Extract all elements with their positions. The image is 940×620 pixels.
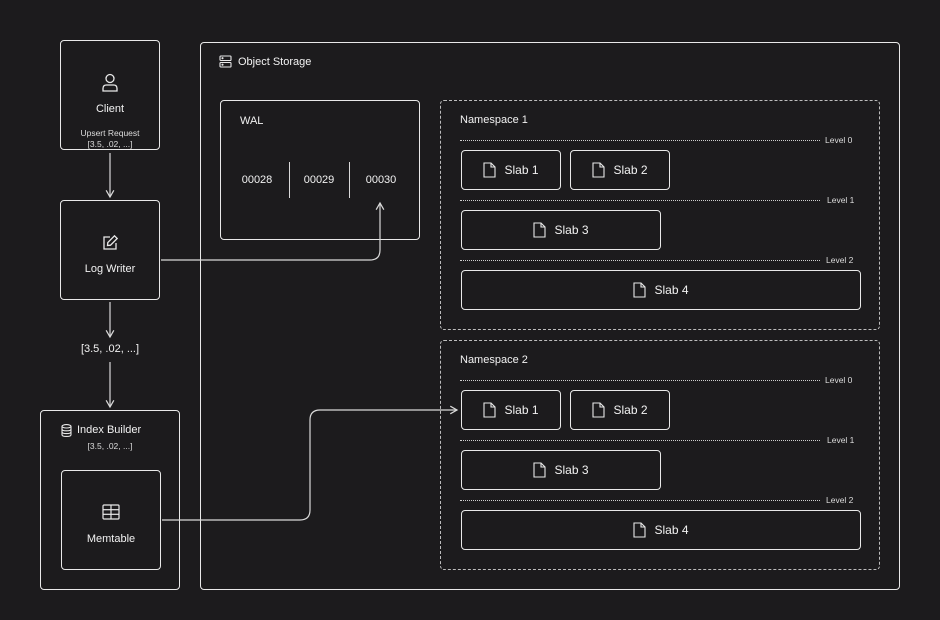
level-1-separator (460, 440, 820, 441)
level-2-separator (460, 260, 820, 261)
database-icon (61, 424, 72, 442)
object-storage-title: Object Storage (238, 56, 312, 68)
slab-1: Slab 1 (461, 390, 561, 430)
memtable-label: Memtable (86, 533, 136, 545)
slab-label: Slab 1 (504, 163, 539, 177)
edit-icon (101, 234, 119, 257)
slab-4: Slab 4 (461, 270, 861, 310)
wal-title: WAL (240, 115, 264, 127)
slab-label: Slab 2 (613, 163, 648, 177)
slab-label: Slab 3 (554, 463, 589, 477)
vector-label: [3.5, .02, ...] (80, 343, 140, 355)
upsert-request-label: Upsert Request (80, 128, 140, 138)
slab-label: Slab 1 (504, 403, 539, 417)
client-label: Client (95, 103, 125, 115)
level-2-separator (460, 500, 820, 501)
file-icon (483, 162, 497, 178)
index-builder-vector: [3.5, .02, ...] (87, 441, 133, 451)
file-icon (592, 402, 606, 418)
level-1-label: Level 1 (827, 435, 855, 445)
level-1-label: Level 1 (827, 195, 855, 205)
wal-divider (349, 162, 350, 198)
slab-label: Slab 2 (613, 403, 648, 417)
table-icon (102, 504, 120, 525)
index-builder-label: Index Builder (77, 424, 142, 436)
server-icon (219, 55, 232, 73)
level-2-label: Level 2 (826, 495, 854, 505)
user-icon (101, 73, 119, 97)
file-icon (633, 282, 647, 298)
level-0-label: Level 0 (825, 375, 853, 385)
wal-segment: 00029 (303, 174, 335, 186)
level-1-separator (460, 200, 820, 201)
level-0-separator (460, 380, 820, 381)
file-icon (533, 222, 547, 238)
slab-2: Slab 2 (570, 390, 670, 430)
namespace-2-title: Namespace 2 (460, 354, 528, 366)
upsert-request-vector: [3.5, .02, ...] (87, 139, 133, 149)
log-writer-label: Log Writer (84, 263, 136, 275)
slab-3: Slab 3 (461, 450, 661, 490)
wal-segment: 00030 (365, 174, 397, 186)
level-2-label: Level 2 (826, 255, 854, 265)
slab-label: Slab 4 (654, 283, 689, 297)
architecture-diagram: Object Storage Client Upsert Request [3.… (0, 0, 940, 620)
file-icon (592, 162, 606, 178)
slab-label: Slab 4 (654, 523, 689, 537)
file-icon (533, 462, 547, 478)
wal-divider (289, 162, 290, 198)
slab-4: Slab 4 (461, 510, 861, 550)
slab-3: Slab 3 (461, 210, 661, 250)
level-0-label: Level 0 (825, 135, 853, 145)
level-0-separator (460, 140, 820, 141)
file-icon (633, 522, 647, 538)
file-icon (483, 402, 497, 418)
slab-2: Slab 2 (570, 150, 670, 190)
slab-label: Slab 3 (554, 223, 589, 237)
slab-1: Slab 1 (461, 150, 561, 190)
namespace-1-title: Namespace 1 (460, 114, 528, 126)
wal-segment: 00028 (241, 174, 273, 186)
